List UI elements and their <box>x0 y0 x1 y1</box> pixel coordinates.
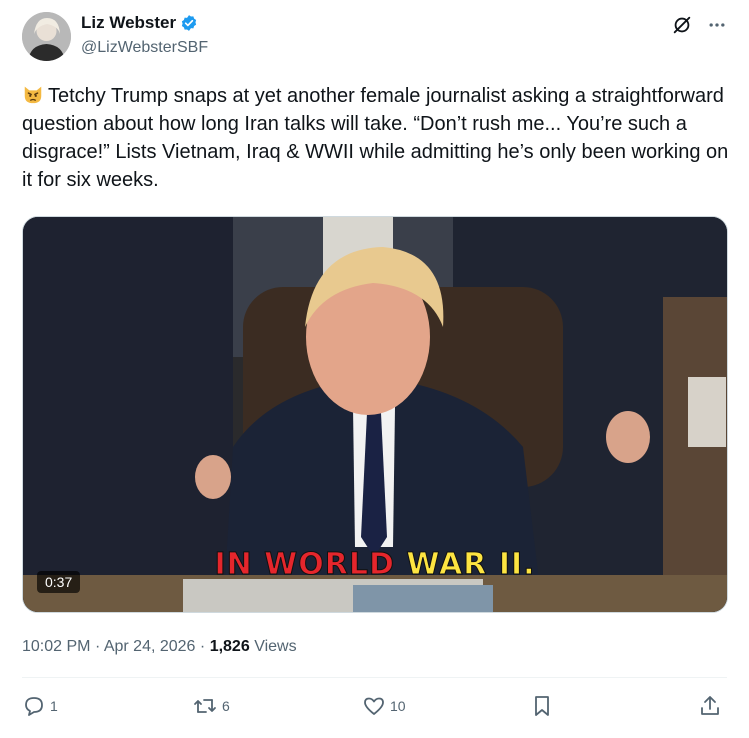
angry-cat-emoji-icon <box>22 83 44 105</box>
bookmark-icon <box>530 694 554 718</box>
video-caption-part2: WAR II. <box>406 547 536 583</box>
tweet-text-block: Tetchy Trump snaps at yet another female… <box>22 82 734 194</box>
grok-icon[interactable] <box>671 14 693 36</box>
video-duration: 0:37 <box>37 571 81 593</box>
top-right-controls <box>671 14 727 36</box>
tweet-time[interactable]: 10:02 PM <box>22 638 90 655</box>
author-row: Liz Webster <box>81 13 198 33</box>
heart-icon <box>362 694 386 718</box>
reply-button[interactable]: 1 <box>22 694 58 718</box>
like-count: 10 <box>390 698 406 714</box>
share-icon <box>698 694 722 718</box>
divider <box>22 677 727 678</box>
action-bar: 1 6 10 <box>22 694 727 726</box>
author-handle[interactable]: @LizWebsterSBF <box>81 39 208 57</box>
repost-icon <box>192 694 218 718</box>
tweet-text: Tetchy Trump snaps at yet another female… <box>22 85 729 191</box>
tweet-date[interactable]: Apr 24, 2026 <box>104 638 196 655</box>
share-button[interactable] <box>698 694 722 718</box>
tweet: Liz Webster @LizWebsterSBF Tetchy Trump … <box>0 0 749 738</box>
bookmark-button[interactable] <box>530 694 554 718</box>
video-player[interactable]: IN WORLD WAR II. 0:37 <box>22 216 728 613</box>
reply-icon <box>22 694 46 718</box>
more-options-icon[interactable] <box>707 15 727 35</box>
meta-separator: · <box>94 638 101 655</box>
views-count: 1,826 <box>209 638 250 655</box>
meta-separator: · <box>199 638 206 655</box>
reply-count: 1 <box>50 698 58 714</box>
author-name[interactable]: Liz Webster <box>81 13 176 33</box>
tweet-meta: 10:02 PM · Apr 24, 2026 · 1,826 Views <box>22 638 297 656</box>
repost-count: 6 <box>222 698 230 714</box>
views-label: Views <box>254 638 297 655</box>
verified-badge-icon <box>180 14 198 32</box>
repost-button[interactable]: 6 <box>192 694 230 718</box>
video-caption: IN WORLD WAR II. <box>23 547 727 583</box>
like-button[interactable]: 10 <box>362 694 406 718</box>
video-caption-part1: IN WORLD <box>214 547 407 583</box>
avatar[interactable] <box>22 12 71 61</box>
